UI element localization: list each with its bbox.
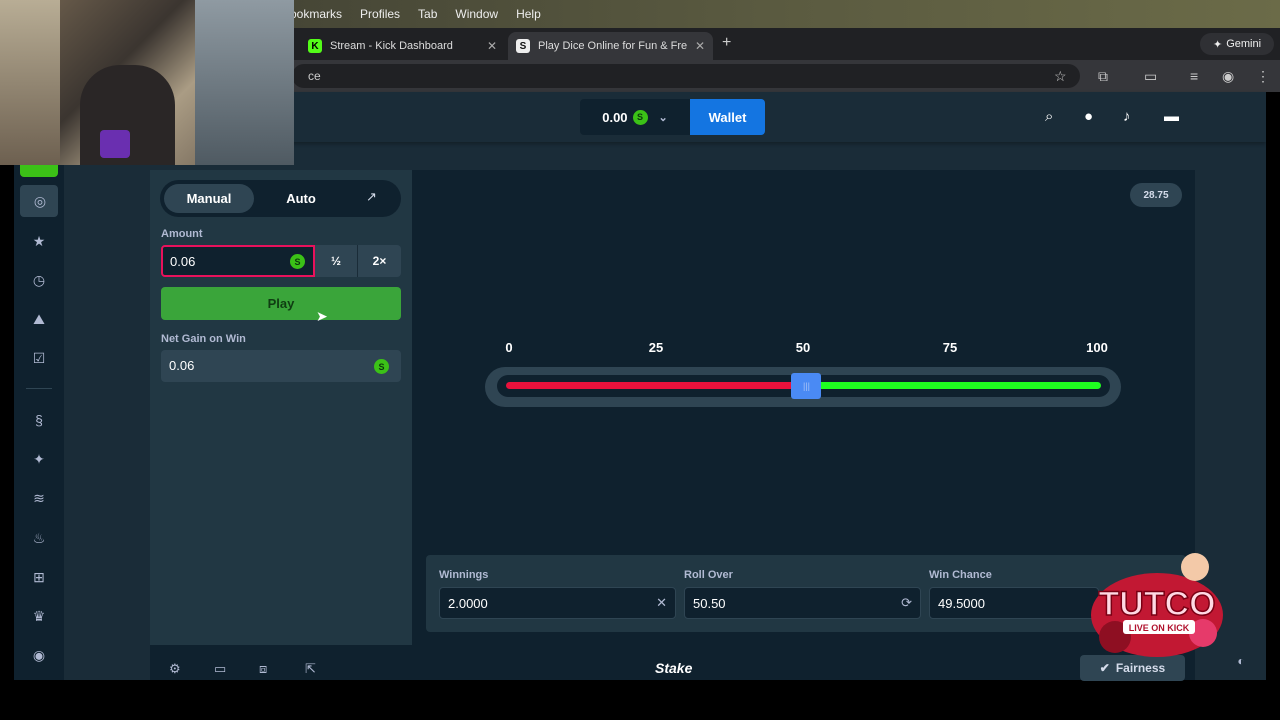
playlist-icon[interactable]: ≡: [1190, 68, 1198, 84]
winnings-input[interactable]: 2.0000 ✕: [439, 587, 676, 619]
play-button[interactable]: Play: [161, 287, 401, 320]
close-icon[interactable]: ✕: [487, 39, 497, 53]
win-chance-input[interactable]: 49.5000: [929, 587, 1099, 619]
gift-icon[interactable]: ⊞: [30, 569, 48, 586]
stake-logo: Stake: [655, 660, 693, 676]
slider-tick-0: 0: [505, 340, 513, 355]
slider-tick-100: 100: [1086, 340, 1108, 355]
last-roll-badge[interactable]: 28.75: [1130, 183, 1182, 207]
slider-tick-50: 50: [795, 340, 811, 355]
menu-tab[interactable]: Tab: [418, 7, 437, 21]
roll-over-label: Roll Over: [684, 569, 733, 581]
amount-label: Amount: [161, 228, 203, 240]
net-gain-value: 0.06: [169, 358, 195, 373]
slider-handle[interactable]: |||: [791, 373, 822, 399]
tab-stake-dice[interactable]: S Play Dice Online for Fun & Fre ✕: [508, 32, 713, 60]
bet-amount-input[interactable]: 0.06 S: [161, 245, 315, 277]
menu-bookmarks[interactable]: ookmarks: [290, 7, 342, 21]
more-menu-icon[interactable]: ⋮: [1256, 68, 1270, 85]
roll-over-value: 50.50: [693, 596, 726, 611]
wallet-button[interactable]: Wallet: [690, 99, 765, 135]
win-chance-label: Win Chance: [929, 569, 992, 581]
menu-profiles[interactable]: Profiles: [360, 7, 400, 21]
stats-chart-icon[interactable]: ⧈: [259, 661, 267, 677]
svg-text:TUTCO: TUTCO: [1098, 585, 1215, 623]
clock-icon[interactable]: ◷: [30, 272, 48, 289]
chevron-down-icon: ⌄: [658, 111, 668, 124]
trend-arrow-icon[interactable]: ↗: [366, 189, 377, 205]
svg-text:LIVE ON KICK: LIVE ON KICK: [1129, 623, 1190, 633]
tab-kick-dashboard[interactable]: K Stream - Kick Dashboard ✕: [300, 32, 505, 60]
menu-window[interactable]: Window: [455, 7, 498, 21]
tab-auto[interactable]: Auto: [270, 184, 332, 213]
slider-tick-25: 25: [648, 340, 664, 355]
tab-title: Stream - Kick Dashboard: [330, 40, 453, 52]
net-gain-field: 0.06 S: [161, 350, 401, 382]
sidebar-divider: [26, 388, 52, 389]
net-gain-label: Net Gain on Win: [161, 333, 246, 345]
tab-manual[interactable]: Manual: [164, 184, 254, 213]
checklist-icon[interactable]: ☑: [30, 350, 48, 367]
mouse-cursor-icon: ➤: [316, 308, 328, 324]
webcam-overlay: [0, 0, 294, 165]
chat-icon[interactable]: ▬: [1164, 108, 1179, 125]
sparkle-icon[interactable]: ✦: [30, 451, 48, 468]
search-icon[interactable]: ⌕: [1045, 108, 1053, 125]
url-field[interactable]: ce: [292, 64, 1080, 88]
bell-icon[interactable]: ♪: [1123, 108, 1131, 125]
kick-icon: K: [308, 39, 322, 53]
new-tab-icon[interactable]: +: [722, 34, 731, 52]
half-button[interactable]: ½: [315, 245, 357, 277]
theatre-mode-icon[interactable]: ▭: [214, 661, 226, 677]
stake-icon: S: [516, 39, 530, 53]
user-icon[interactable]: ●: [1084, 108, 1093, 125]
fire-icon[interactable]: ♨: [30, 530, 48, 547]
bet-panel: [150, 170, 412, 645]
slider-win-range: [806, 382, 1101, 389]
live-casino-icon[interactable]: ◉: [30, 647, 48, 664]
casino-chip-icon[interactable]: ◎: [31, 193, 49, 210]
extensions-icon[interactable]: ⧉: [1098, 68, 1108, 85]
webcam-object: [100, 130, 130, 158]
webcam-window: [195, 0, 294, 165]
double-button[interactable]: 2×: [357, 245, 401, 277]
stake-originals-icon[interactable]: §: [30, 412, 48, 428]
star-icon[interactable]: ★: [30, 233, 48, 250]
challenges-icon[interactable]: ⛰: [30, 311, 48, 328]
multiplier-x-icon: ✕: [656, 595, 667, 610]
menu-help[interactable]: Help: [516, 7, 541, 21]
support-headset-icon[interactable]: ◐: [1230, 650, 1252, 672]
slots-icon[interactable]: ≋: [30, 490, 48, 507]
winnings-label: Winnings: [439, 569, 489, 581]
coin-icon: S: [374, 359, 389, 374]
streamer-logo: TUTCO LIVE ON KICK: [1085, 545, 1230, 665]
coin-icon: S: [632, 109, 648, 125]
sidebar-active-indicator: [20, 165, 58, 177]
swap-icon[interactable]: ⟳: [901, 595, 912, 611]
winnings-value: 2.0000: [448, 596, 488, 611]
tutco-logo-art: TUTCO LIVE ON KICK: [1091, 553, 1223, 657]
bet-amount-value: 0.06: [170, 254, 196, 269]
tab-title: Play Dice Online for Fun & Fre: [538, 40, 688, 52]
slider-tick-75: 75: [942, 340, 958, 355]
coin-icon: S: [290, 254, 305, 269]
roll-over-input[interactable]: 50.50 ⟳: [684, 587, 921, 619]
popout-icon[interactable]: ⇱: [305, 661, 316, 677]
profile-avatar-icon[interactable]: ◉: [1222, 68, 1234, 85]
gemini-button[interactable]: ✦ Gemini: [1200, 33, 1274, 55]
sparkle-icon: ✦: [1212, 38, 1223, 51]
win-chance-value: 49.5000: [938, 596, 985, 611]
balance-selector[interactable]: 0.00 S ⌄: [580, 99, 690, 135]
bookmark-star-icon[interactable]: ☆: [1054, 68, 1067, 85]
slider-lose-range: [506, 382, 807, 389]
webcam-shelf: [0, 0, 60, 165]
media-icon[interactable]: ▭: [1144, 68, 1157, 85]
crown-icon[interactable]: ♛: [30, 608, 48, 625]
close-icon[interactable]: ✕: [695, 39, 705, 53]
settings-gear-icon[interactable]: ⚙: [169, 661, 181, 677]
balance-value: 0.00: [602, 109, 628, 125]
